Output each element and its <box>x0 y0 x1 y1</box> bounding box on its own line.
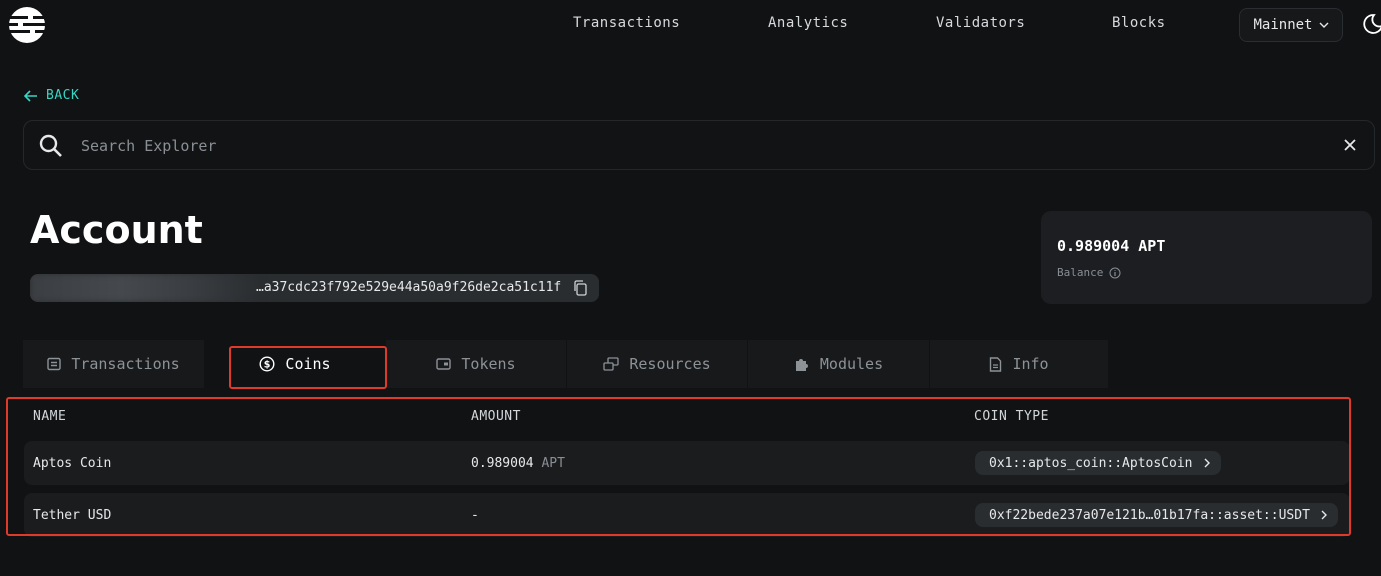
nav-analytics[interactable]: Analytics <box>768 15 848 31</box>
nav-transactions[interactable]: Transactions <box>573 15 680 31</box>
tab-tokens[interactable]: Tokens <box>386 340 566 388</box>
tab-info[interactable]: Info <box>930 340 1108 388</box>
balance-value: 0.989004 APT <box>1057 237 1166 255</box>
search-bar <box>23 120 1375 170</box>
tab-transactions[interactable]: Transactions <box>23 340 204 388</box>
account-address-text: …a37cdc23f792e529e44a50a9f26de2ca51c11f <box>256 280 562 295</box>
network-select[interactable]: Mainnet <box>1239 8 1343 42</box>
nav-blocks[interactable]: Blocks <box>1112 15 1166 31</box>
column-header-amount: AMOUNT <box>471 409 521 424</box>
receipt-icon <box>47 357 62 371</box>
close-icon[interactable] <box>1340 135 1360 155</box>
balance-label-row: Balance <box>1057 266 1121 279</box>
aptos-logo-icon[interactable] <box>8 6 46 44</box>
back-label: BACK <box>46 88 80 103</box>
tab-label: Info <box>1012 355 1049 373</box>
copy-icon[interactable] <box>573 280 587 296</box>
amount-value: 0.989004 <box>471 456 534 471</box>
coin-name: Aptos Coin <box>33 456 112 471</box>
chevron-right-icon <box>1204 458 1210 468</box>
search-icon <box>39 134 62 157</box>
coin-type-link[interactable]: 0xf22bede237a07e121b…01b17fa::asset::USD… <box>975 503 1338 527</box>
tab-coins[interactable]: $ Coins <box>204 340 386 388</box>
coin-type-text: 0x1::aptos_coin::AptosCoin <box>989 455 1193 471</box>
column-header-name: NAME <box>33 409 67 424</box>
column-header-coin-type: COIN TYPE <box>974 409 1049 424</box>
chevron-right-icon <box>1321 510 1327 520</box>
balance-label: Balance <box>1057 266 1104 279</box>
amount-unit: APT <box>541 456 565 471</box>
tab-modules[interactable]: Modules <box>748 340 929 388</box>
tab-label: Tokens <box>461 355 516 373</box>
account-address: …a37cdc23f792e529e44a50a9f26de2ca51c11f <box>30 274 599 302</box>
info-icon[interactable] <box>1109 267 1121 279</box>
network-label: Mainnet <box>1253 17 1313 33</box>
tab-resources[interactable]: Resources <box>567 340 747 388</box>
tab-label: Coins <box>285 355 331 373</box>
coin-amount: - <box>471 508 479 523</box>
puzzle-icon <box>795 359 808 371</box>
back-link[interactable]: BACK <box>24 88 79 103</box>
page-title: Account <box>30 208 203 252</box>
balance-card: 0.989004 APT Balance <box>1041 211 1372 304</box>
moon-icon[interactable] <box>1360 12 1381 36</box>
wallet-icon <box>436 358 452 370</box>
search-input[interactable] <box>79 131 1283 161</box>
svg-text:$: $ <box>264 360 271 371</box>
tab-label: Resources <box>629 355 711 373</box>
nav-validators[interactable]: Validators <box>936 15 1025 31</box>
redacted-address-prefix <box>30 274 260 302</box>
stack-icon <box>603 357 620 371</box>
coin-name: Tether USD <box>33 508 112 523</box>
coin-type-link[interactable]: 0x1::aptos_coin::AptosCoin <box>975 451 1221 475</box>
coin-type-text: 0xf22bede237a07e121b…01b17fa::asset::USD… <box>989 507 1310 523</box>
document-icon <box>990 356 1002 372</box>
amount-value: - <box>471 508 479 523</box>
coin-icon: $ <box>259 356 275 372</box>
arrow-left-icon <box>24 89 37 102</box>
tab-label: Transactions <box>71 355 180 373</box>
chevron-down-icon <box>1319 22 1328 28</box>
coin-amount: 0.989004 APT <box>471 456 565 471</box>
tab-label: Modules <box>819 355 884 373</box>
